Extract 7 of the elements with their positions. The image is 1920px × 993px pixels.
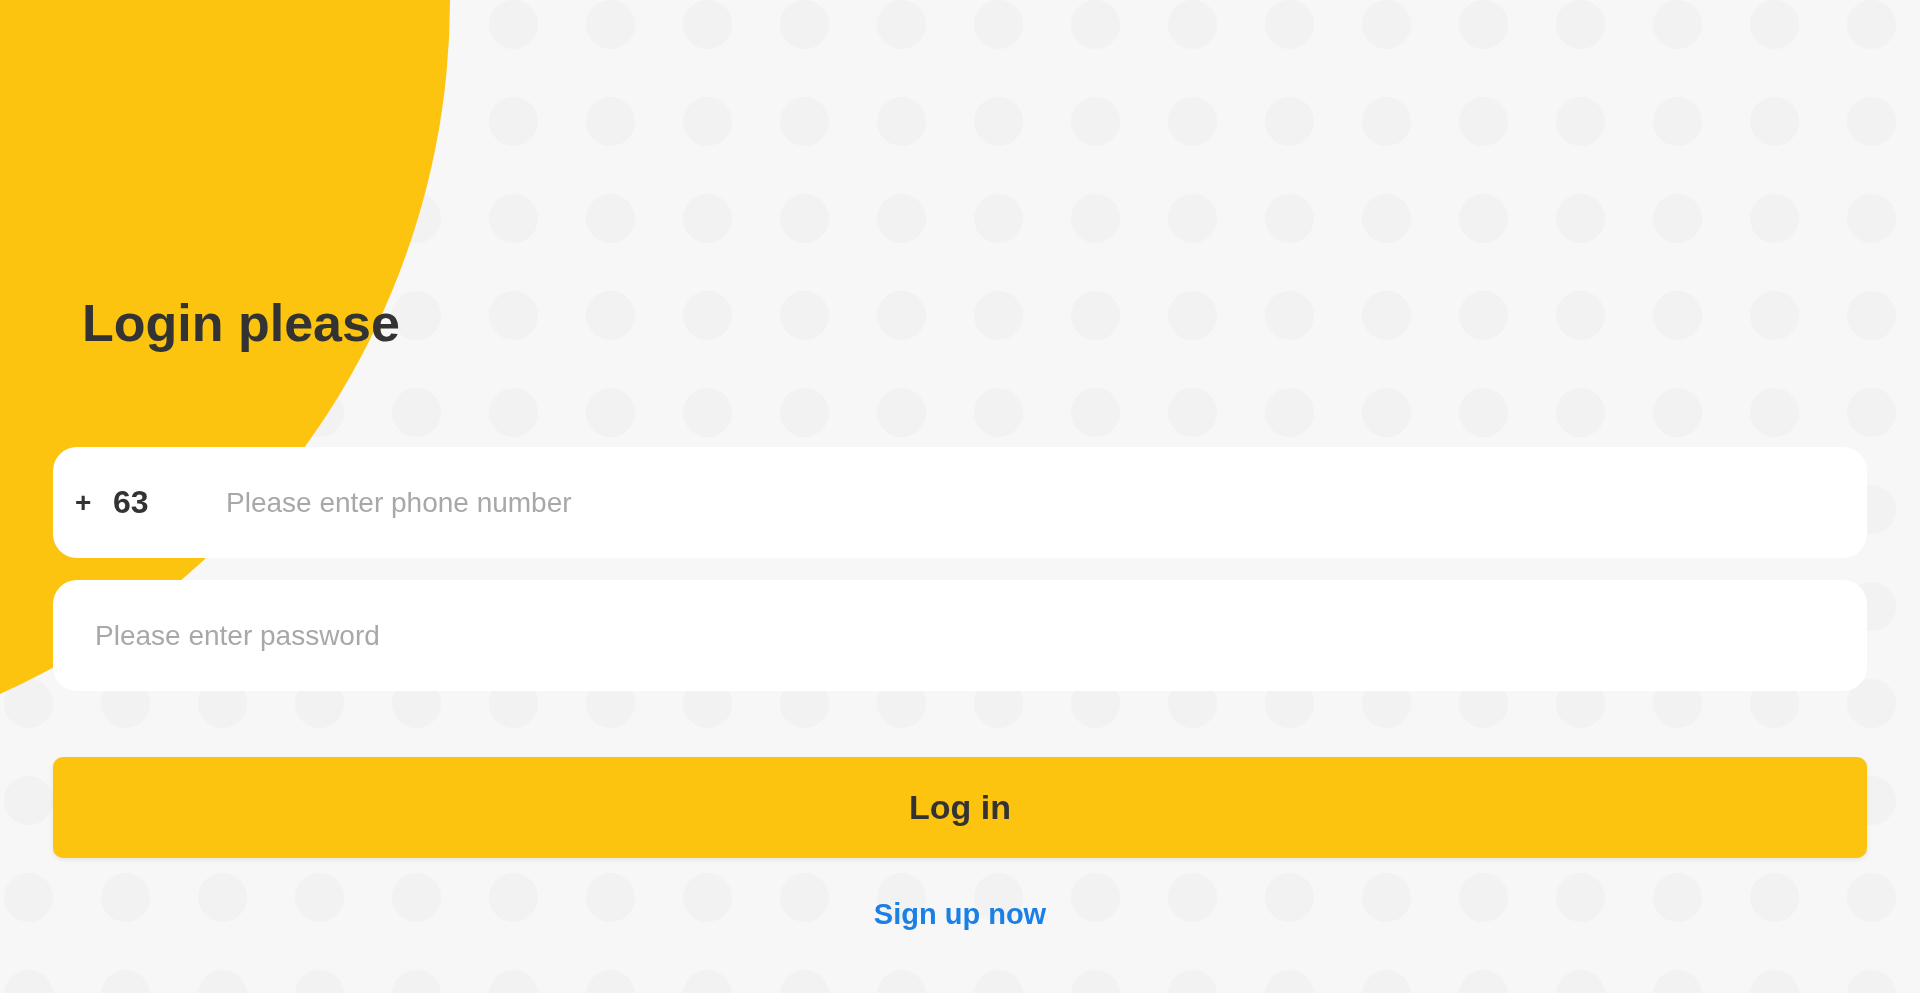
phone-field[interactable]: + 63 Please enter phone number	[53, 447, 1867, 558]
password-field[interactable]: Please enter password	[53, 580, 1867, 691]
plus-sign: +	[75, 486, 93, 519]
login-button[interactable]: Log in	[53, 757, 1867, 858]
phone-input[interactable]: Please enter phone number	[224, 485, 1867, 520]
country-code[interactable]: 63	[113, 484, 224, 521]
signup-link[interactable]: Sign up now	[873, 898, 1047, 931]
